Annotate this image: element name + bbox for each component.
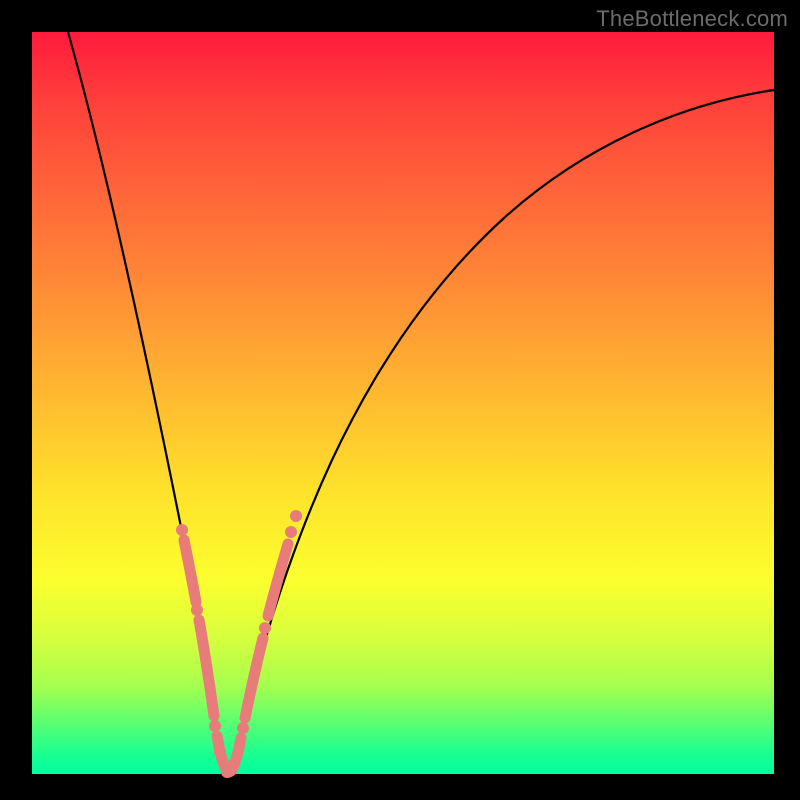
curve-right	[227, 90, 774, 772]
marker-dot	[176, 524, 188, 536]
marker-dot	[259, 622, 271, 634]
marker-seg-right-1	[245, 638, 263, 718]
marker-seg-left-2	[199, 620, 214, 716]
marker-dot	[285, 526, 297, 538]
bottleneck-curve-svg	[32, 32, 774, 774]
marker-dot	[214, 746, 226, 758]
marker-dot	[228, 758, 240, 770]
marker-dot	[290, 510, 302, 522]
watermark-text: TheBottleneck.com	[596, 6, 788, 32]
chart-plot-area	[32, 32, 774, 774]
marker-seg-left-1	[184, 540, 196, 602]
marker-dot	[209, 720, 221, 732]
marker-dot	[191, 604, 203, 616]
marker-dot	[237, 722, 249, 734]
